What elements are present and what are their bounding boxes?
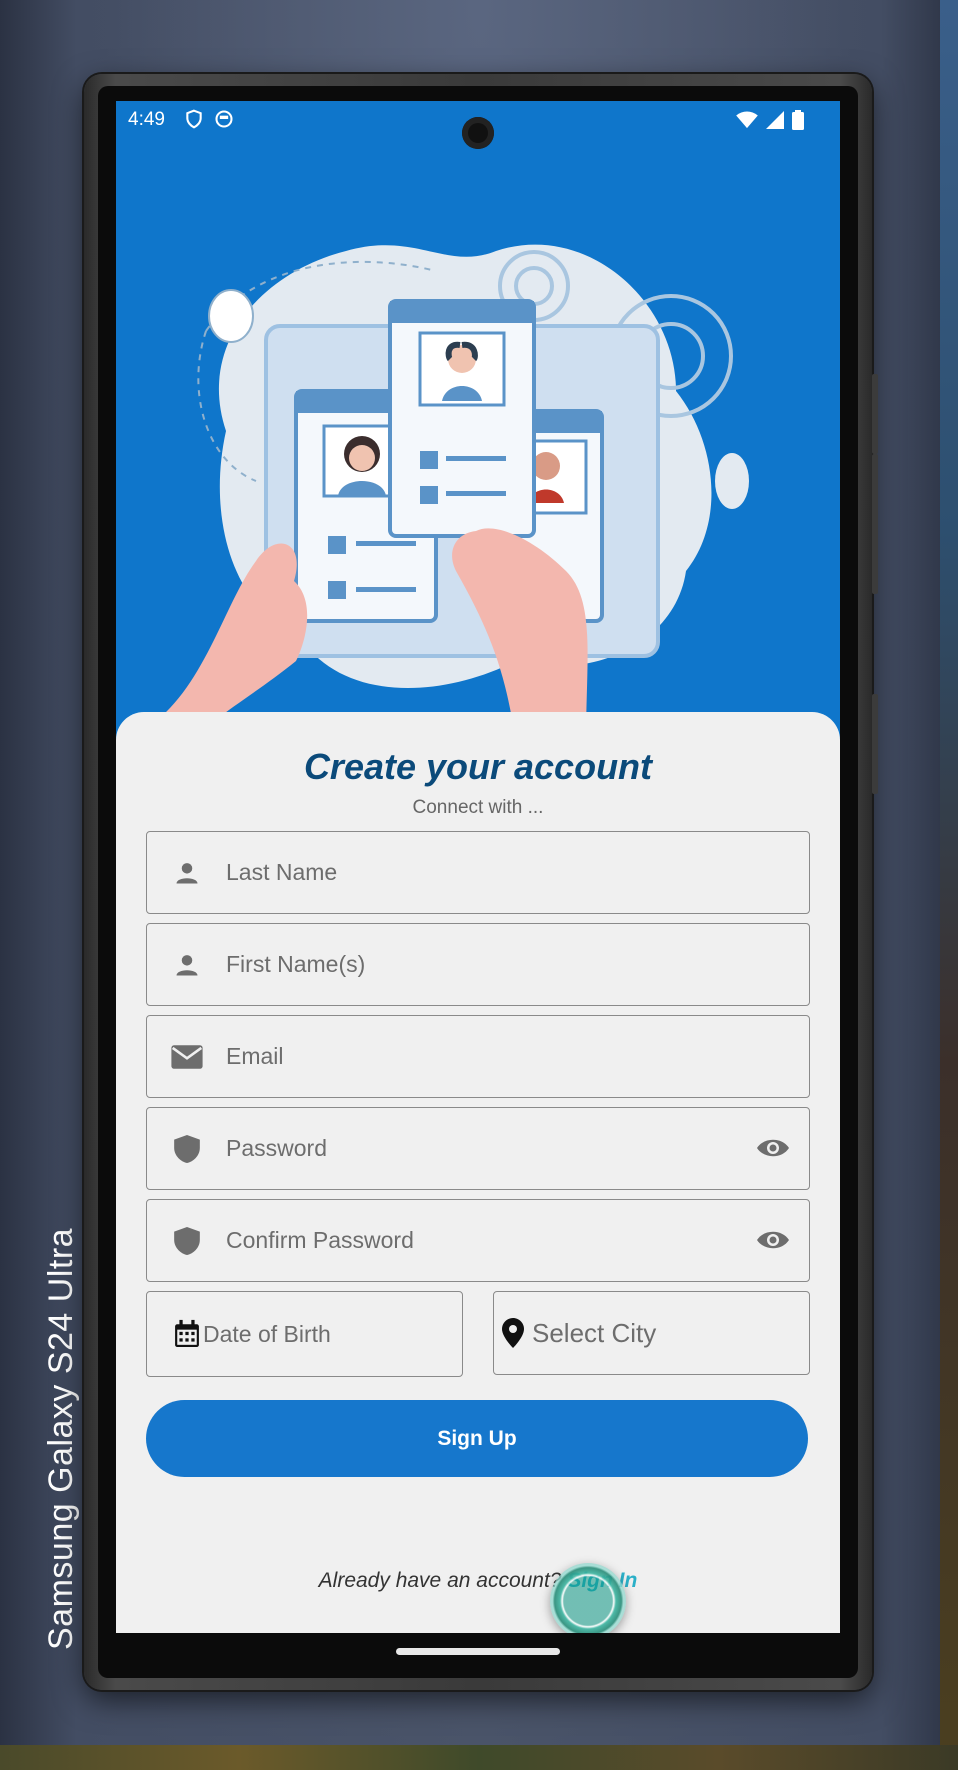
confirm-password-field[interactable]: Confirm Password: [146, 1199, 810, 1282]
email-placeholder: Email: [226, 1043, 284, 1069]
shield-icon: [184, 109, 204, 134]
home-indicator[interactable]: [396, 1648, 560, 1655]
first-name-placeholder: First Name(s): [226, 951, 366, 977]
status-time: 4:49: [128, 109, 165, 130]
date-of-birth-placeholder: Date of Birth: [203, 1320, 331, 1347]
city-select[interactable]: Select City: [493, 1291, 810, 1375]
sign-up-button[interactable]: Sign Up: [146, 1400, 808, 1477]
power-button: [872, 694, 878, 794]
wifi-icon: [736, 111, 758, 134]
battery-icon: [792, 110, 804, 135]
last-name-field[interactable]: Last Name: [146, 831, 810, 914]
password-field[interactable]: Password: [146, 1107, 810, 1190]
device-label: Samsung Galaxy S24 Ultra: [42, 1227, 80, 1650]
face-icon: [214, 109, 234, 134]
city-placeholder: Select City: [532, 1317, 657, 1348]
confirm-password-placeholder: Confirm Password: [226, 1227, 414, 1253]
hero-section: 4:49: [116, 101, 840, 741]
calendar-icon: [174, 1319, 200, 1349]
password-placeholder: Password: [226, 1135, 327, 1161]
status-bar: 4:49: [116, 101, 840, 139]
person-icon: [167, 853, 207, 893]
last-name-placeholder: Last Name: [226, 859, 338, 885]
profile-cards-illustration: [156, 244, 749, 741]
shield-icon: [167, 1221, 207, 1261]
eye-icon[interactable]: [753, 1128, 793, 1168]
page-title: Create your account: [303, 746, 653, 787]
volume-button: [872, 374, 878, 454]
mail-icon: [167, 1037, 207, 1077]
phone-screen: 4:49 Create your account Connect with ..…: [116, 101, 840, 1633]
sign-in-question: Already have an account?: [318, 1569, 562, 1592]
shield-icon: [167, 1129, 207, 1169]
background-edge: [940, 0, 958, 1770]
background-strip: [0, 1745, 958, 1770]
eye-icon[interactable]: [753, 1220, 793, 1260]
page-subtitle: Connect with ...: [412, 797, 544, 818]
location-pin-icon: [502, 1318, 524, 1348]
volume-button-2: [872, 454, 878, 594]
touch-indicator: [550, 1563, 626, 1633]
person-icon: [167, 945, 207, 985]
first-name-field[interactable]: First Name(s): [146, 923, 810, 1006]
date-of-birth-field[interactable]: Date of Birth: [146, 1291, 463, 1377]
sign-in-prompt: Already have an account? Sign In: [116, 1569, 840, 1593]
signal-icon: [766, 111, 784, 134]
email-field[interactable]: Email: [146, 1015, 810, 1098]
signup-card: Create your account Connect with ... Las…: [116, 712, 840, 1633]
